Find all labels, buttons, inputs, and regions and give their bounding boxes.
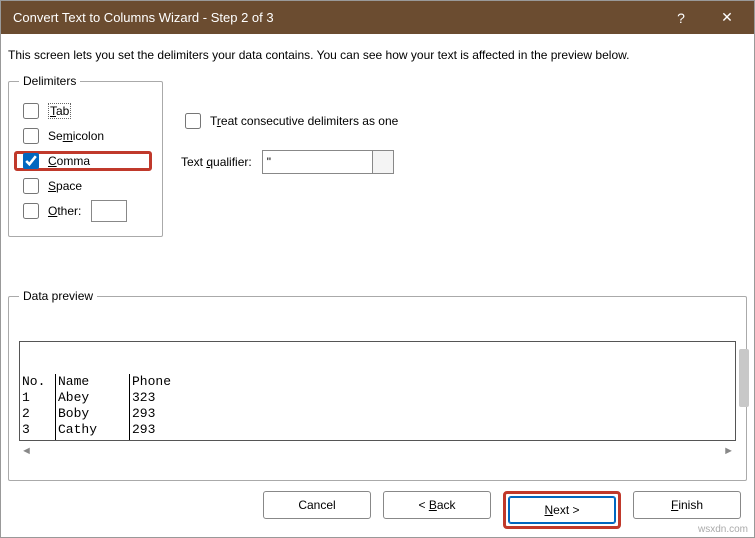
preview-column: Phone323293293483515 xyxy=(130,374,180,441)
scroll-left-icon[interactable]: ◄ xyxy=(21,445,32,457)
preview-cell: 483 xyxy=(132,438,178,441)
treat-consecutive-row[interactable]: Treat consecutive delimiters as one xyxy=(181,110,747,132)
preview-header: Phone xyxy=(132,374,178,390)
other-label: Other: xyxy=(48,204,81,218)
options-panel: Treat consecutive delimiters as one Text… xyxy=(175,74,747,237)
space-label: Space xyxy=(48,179,82,193)
delimiter-other-row[interactable]: Other: xyxy=(19,201,152,221)
help-button[interactable]: ? xyxy=(658,1,704,34)
delimiters-legend: Delimiters xyxy=(19,74,80,88)
preview-box: No.12345NameAbeyBobyCathyDannyEarnestoPh… xyxy=(19,341,736,441)
wizard-dialog: Convert Text to Columns Wizard - Step 2 … xyxy=(0,0,755,538)
delimiter-comma-row[interactable]: Comma xyxy=(14,151,152,171)
preview-column: No.12345 xyxy=(20,374,56,441)
delimiter-semicolon-row[interactable]: Semicolon xyxy=(19,126,152,146)
watermark: wsxdn.com xyxy=(698,524,748,535)
vertical-scrollbar[interactable] xyxy=(739,349,749,407)
other-checkbox[interactable] xyxy=(23,203,39,219)
window-title: Convert Text to Columns Wizard - Step 2 … xyxy=(13,10,658,25)
comma-label: Comma xyxy=(48,154,90,168)
preview-cell: 323 xyxy=(132,390,178,406)
treat-consecutive-label: Treat consecutive delimiters as one xyxy=(210,114,398,128)
comma-checkbox[interactable] xyxy=(23,153,39,169)
data-preview-legend: Data preview xyxy=(19,289,97,303)
next-button-highlight: Next > xyxy=(503,491,621,529)
preview-cell: 293 xyxy=(132,406,178,422)
semicolon-checkbox[interactable] xyxy=(23,128,39,144)
next-button[interactable]: Next > xyxy=(508,496,616,524)
delimiters-group: Delimiters Tab Semicolon Comma Space xyxy=(8,74,163,237)
preview-header: No. xyxy=(22,374,53,390)
preview-cell: Danny xyxy=(58,438,127,441)
qualifier-value: " xyxy=(267,155,271,169)
close-button[interactable]: ✕ xyxy=(704,1,750,34)
cancel-button[interactable]: Cancel xyxy=(263,491,371,519)
titlebar: Convert Text to Columns Wizard - Step 2 … xyxy=(1,1,754,34)
qualifier-label: Text qualifier: xyxy=(181,155,252,169)
preview-cell: 1 xyxy=(22,390,53,406)
preview-column: NameAbeyBobyCathyDannyEarnesto xyxy=(56,374,130,441)
tab-checkbox[interactable] xyxy=(23,103,39,119)
scroll-right-icon[interactable]: ► xyxy=(723,445,734,457)
chevron-down-icon xyxy=(379,159,387,167)
space-checkbox[interactable] xyxy=(23,178,39,194)
preview-cell: 4 xyxy=(22,438,53,441)
preview-cell: 3 xyxy=(22,422,53,438)
delimiter-tab-row[interactable]: Tab xyxy=(19,101,152,121)
preview-header: Name xyxy=(58,374,127,390)
horizontal-scrollbar[interactable]: ◄ ► xyxy=(19,441,736,459)
back-button[interactable]: < Back xyxy=(383,491,491,519)
preview-cell: Abey xyxy=(58,390,127,406)
button-row: Cancel < Back Next > Finish xyxy=(8,481,747,529)
preview-cell: Boby xyxy=(58,406,127,422)
dialog-body: This screen lets you set the delimiters … xyxy=(1,34,754,537)
data-preview-group: Data preview No.12345NameAbeyBobyCathyDa… xyxy=(8,289,747,481)
treat-consecutive-checkbox[interactable] xyxy=(185,113,201,129)
preview-cell: 293 xyxy=(132,422,178,438)
preview-cell: 2 xyxy=(22,406,53,422)
other-input[interactable] xyxy=(91,200,127,222)
qualifier-select[interactable]: " xyxy=(262,150,394,174)
finish-button[interactable]: Finish xyxy=(633,491,741,519)
intro-text: This screen lets you set the delimiters … xyxy=(8,40,747,74)
preview-cell: Cathy xyxy=(58,422,127,438)
tab-label: Tab xyxy=(48,103,71,119)
delimiter-space-row[interactable]: Space xyxy=(19,176,152,196)
semicolon-label: Semicolon xyxy=(48,129,104,143)
text-qualifier-row: Text qualifier: " xyxy=(181,150,747,174)
